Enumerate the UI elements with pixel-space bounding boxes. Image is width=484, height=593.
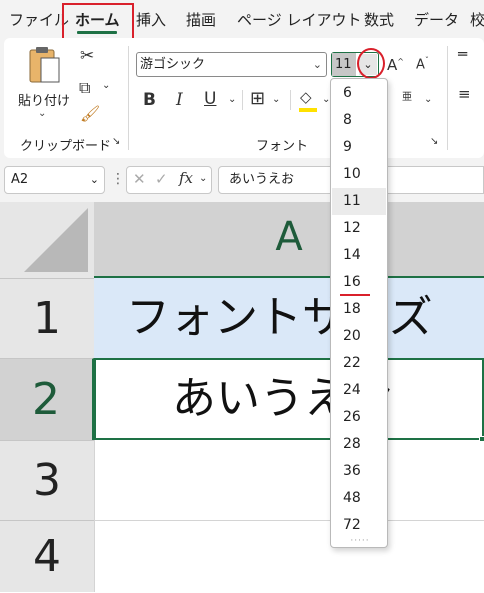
font-size-option[interactable]: 22 xyxy=(332,350,386,377)
insert-function-button[interactable]: fx xyxy=(179,169,193,187)
increase-font-size-icon[interactable]: A^ xyxy=(387,56,404,74)
font-size-option[interactable]: 72 xyxy=(332,512,386,539)
tab-formulas[interactable]: 数式 xyxy=(364,0,394,38)
home-tab-annotation-box xyxy=(62,3,134,41)
group-divider xyxy=(128,46,129,150)
font-size-option[interactable]: 9 xyxy=(332,134,386,161)
cell-A2[interactable]: あいうえお xyxy=(94,358,484,440)
select-all-corner[interactable] xyxy=(0,202,94,278)
font-size-option[interactable]: 18 xyxy=(332,296,386,323)
clipboard-launcher-icon[interactable]: ↘ xyxy=(112,136,120,147)
chevron-down-icon[interactable]: ⌄ xyxy=(199,173,207,184)
copy-dropdown-chevron-icon[interactable]: ⌄ xyxy=(102,80,110,91)
format-painter-icon[interactable]: 🖌 xyxy=(80,104,100,123)
borders-icon[interactable]: ⊞ xyxy=(250,88,265,109)
italic-icon[interactable]: I xyxy=(176,90,183,110)
font-size-option-16[interactable]: 16 xyxy=(332,269,386,296)
font-size-option[interactable]: 6 xyxy=(332,80,386,107)
bold-icon[interactable]: B xyxy=(143,90,156,110)
clipboard-group-label: クリップボード xyxy=(20,139,112,154)
font-name-select[interactable]: 游ゴシック ⌄ xyxy=(136,52,327,77)
font-size-option[interactable]: 20 xyxy=(332,323,386,350)
paste-dropdown-chevron-icon[interactable]: ⌄ xyxy=(38,108,46,119)
font-group-label: フォント xyxy=(256,139,309,154)
name-box[interactable]: A2 ⌄ xyxy=(4,166,105,194)
tab-page-layout[interactable]: ページ レイアウト xyxy=(237,0,361,38)
grid-line xyxy=(94,520,484,521)
chevron-down-icon[interactable]: ⌄ xyxy=(313,53,322,76)
decrease-font-size-icon[interactable]: Aˇ xyxy=(416,56,429,72)
formula-buttons: ✕ ✓ fx ⌄ xyxy=(126,166,212,194)
font-size-option-selected[interactable]: 11 xyxy=(332,188,386,215)
cancel-icon[interactable]: ✕ xyxy=(133,170,146,188)
fill-handle[interactable] xyxy=(479,436,484,442)
tab-insert[interactable]: 挿入 xyxy=(136,0,166,38)
column-header-A[interactable]: A xyxy=(94,202,484,278)
tab-data[interactable]: データ xyxy=(414,0,459,38)
font-size-option[interactable]: 28 xyxy=(332,431,386,458)
resize-grip-icon[interactable]: ····· xyxy=(349,537,371,546)
row-header-2[interactable]: 2 xyxy=(0,358,94,440)
chevron-down-icon[interactable]: ⌄ xyxy=(90,167,99,193)
font-size-option[interactable]: 26 xyxy=(332,404,386,431)
fill-color-swatch xyxy=(299,108,317,112)
phonetic-guide-icon[interactable]: 亜 xyxy=(402,88,412,103)
option-16-annotation-underline xyxy=(340,294,370,296)
toolbar-divider xyxy=(290,90,291,110)
underline-icon[interactable]: U xyxy=(204,89,216,109)
enter-icon[interactable]: ✓ xyxy=(155,170,168,188)
group-divider xyxy=(447,46,448,150)
more-options-icon[interactable]: ⋮ xyxy=(111,171,125,187)
font-size-option[interactable]: 8 xyxy=(332,107,386,134)
font-size-option[interactable]: 10 xyxy=(332,161,386,188)
paste-label[interactable]: 貼り付け xyxy=(18,90,70,109)
paste-icon[interactable] xyxy=(28,46,62,86)
tab-file[interactable]: ファイル xyxy=(9,0,69,38)
name-box-value: A2 xyxy=(11,172,29,187)
row-header-4[interactable]: 4 xyxy=(0,520,94,592)
font-size-dropdown-list: 6 8 9 10 11 12 14 16 18 20 22 24 26 28 3… xyxy=(330,78,388,548)
tab-draw[interactable]: 描画 xyxy=(186,0,216,38)
underline-dropdown-chevron-icon[interactable]: ⌄ xyxy=(228,94,236,105)
font-launcher-icon[interactable]: ↘ xyxy=(430,136,438,147)
cell-A1[interactable]: フォントサイズ xyxy=(94,278,484,358)
align-left-icon[interactable]: ≡ xyxy=(458,87,471,102)
font-size-option[interactable]: 48 xyxy=(332,485,386,512)
fill-color-icon[interactable]: ◇ xyxy=(300,88,312,106)
font-name-value: 游ゴシック xyxy=(140,57,206,72)
borders-dropdown-chevron-icon[interactable]: ⌄ xyxy=(272,94,280,105)
row-header-1[interactable]: 1 xyxy=(0,278,94,358)
font-size-value[interactable]: 11 xyxy=(332,53,356,76)
column-header-label: A xyxy=(275,214,303,260)
cut-icon[interactable]: ✂ xyxy=(80,46,94,66)
font-size-option[interactable]: 36 xyxy=(332,458,386,485)
copy-icon[interactable]: ⧉ xyxy=(79,78,90,98)
phonetic-dropdown-chevron-icon[interactable]: ⌄ xyxy=(424,94,432,105)
toolbar-divider xyxy=(242,90,243,110)
dropdown-annotation-circle xyxy=(357,48,385,79)
tab-review[interactable]: 校 xyxy=(470,0,484,38)
align-top-icon[interactable]: ═ xyxy=(458,47,467,62)
font-size-option[interactable]: 24 xyxy=(332,377,386,404)
font-size-option[interactable]: 12 xyxy=(332,215,386,242)
font-size-option[interactable]: 14 xyxy=(332,242,386,269)
row-header-3[interactable]: 3 xyxy=(0,440,94,520)
